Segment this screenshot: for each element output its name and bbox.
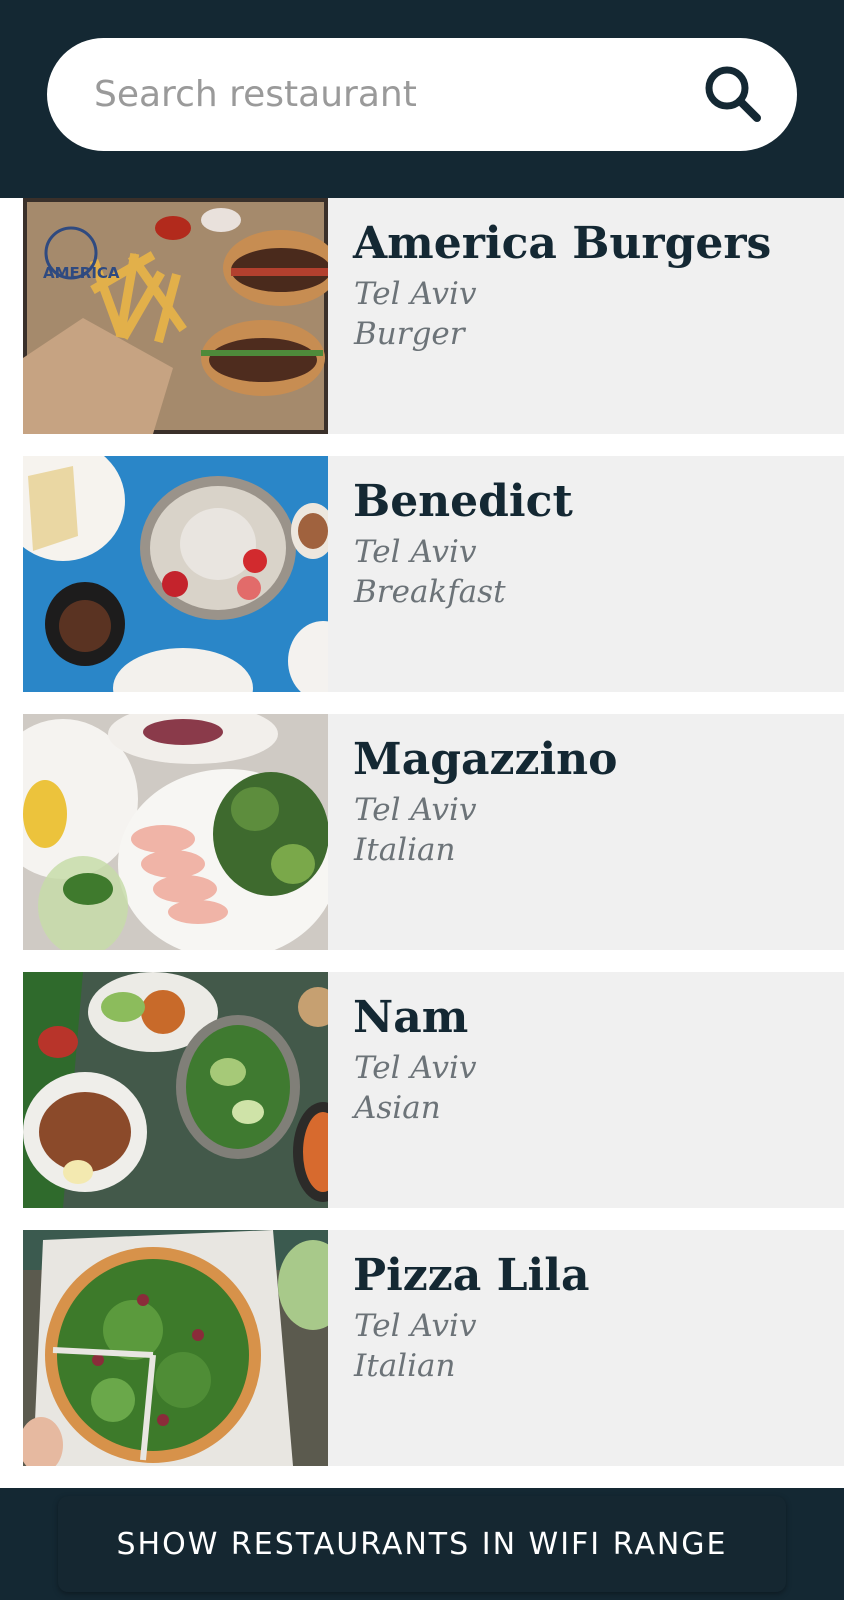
- restaurant-card-magazzino[interactable]: Magazzino Tel Aviv Italian: [23, 714, 844, 950]
- restaurant-city: Tel Aviv: [354, 792, 477, 828]
- svg-text:AMERICA: AMERICA: [43, 264, 120, 282]
- restaurant-name: Pizza Lila: [353, 1250, 590, 1301]
- show-wifi-restaurants-button[interactable]: SHOW RESTAURANTS IN WIFI RANGE: [58, 1496, 786, 1592]
- restaurant-card-benedict[interactable]: Benedict Tel Aviv Breakfast: [23, 456, 844, 692]
- restaurant-card-america-burgers[interactable]: AMERICA America Burgers Tel Aviv Burger: [23, 198, 844, 434]
- restaurant-cuisine: Breakfast: [354, 574, 506, 610]
- restaurant-city: Tel Aviv: [354, 276, 477, 312]
- restaurant-image-breakfast: [23, 456, 328, 692]
- search-icon[interactable]: [699, 60, 769, 130]
- restaurant-image-asian: [23, 972, 328, 1208]
- restaurant-image-pizza: [23, 1230, 328, 1466]
- restaurant-name: Magazzino: [353, 734, 618, 785]
- restaurant-image-burger: AMERICA: [23, 198, 328, 434]
- app-header: [0, 0, 844, 198]
- restaurant-cuisine: Italian: [354, 1348, 456, 1384]
- search-bar[interactable]: [47, 38, 797, 151]
- restaurant-name: Benedict: [353, 476, 573, 527]
- restaurant-card-pizza-lila[interactable]: Pizza Lila Tel Aviv Italian: [23, 1230, 844, 1466]
- restaurant-city: Tel Aviv: [354, 534, 477, 570]
- restaurant-city: Tel Aviv: [354, 1308, 477, 1344]
- app-footer: SHOW RESTAURANTS IN WIFI RANGE: [0, 1488, 844, 1600]
- search-input[interactable]: [94, 38, 694, 151]
- restaurant-name: Nam: [353, 992, 469, 1043]
- restaurant-card-nam[interactable]: Nam Tel Aviv Asian: [23, 972, 844, 1208]
- restaurant-cuisine: Italian: [354, 832, 456, 868]
- restaurant-name: America Burgers: [353, 218, 772, 269]
- restaurant-cuisine: Burger: [354, 316, 465, 352]
- restaurant-list[interactable]: AMERICA America Burgers Tel Aviv Burger: [0, 198, 844, 1488]
- restaurant-city: Tel Aviv: [354, 1050, 477, 1086]
- restaurant-image-italian: [23, 714, 328, 950]
- restaurant-cuisine: Asian: [354, 1090, 441, 1126]
